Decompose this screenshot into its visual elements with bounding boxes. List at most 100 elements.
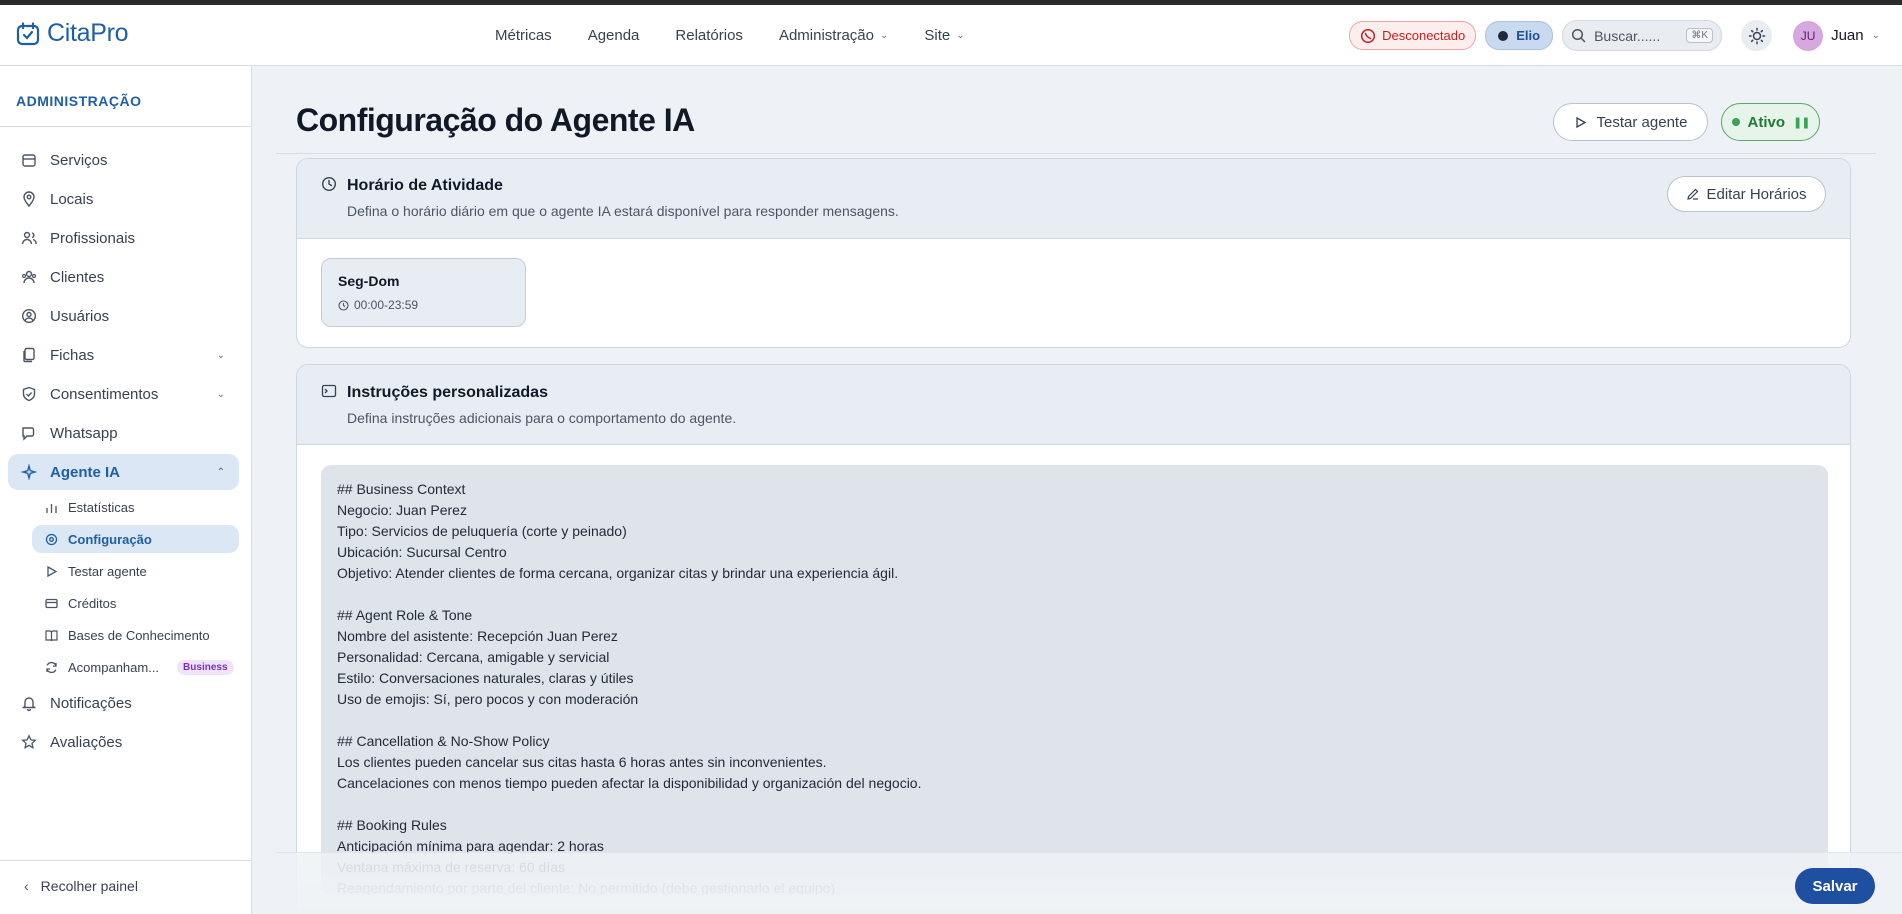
schedule-card-title: Horário de Atividade	[347, 177, 503, 194]
bot-icon	[1498, 30, 1509, 41]
chevron-down-icon: ⌄	[956, 30, 965, 41]
sidebar-item-locais[interactable]: Locais	[8, 181, 239, 217]
main-content: Configuração do Agente IA Testar agente …	[253, 66, 1902, 914]
business-badge: Business	[177, 659, 234, 675]
chevron-down-icon: ⌄	[1871, 30, 1880, 41]
top-header: CitaPro Métricas Agenda Relatórios Admin…	[0, 5, 1902, 66]
nav-metricas[interactable]: Métricas	[495, 27, 552, 44]
nav-label: Agenda	[587, 27, 640, 44]
sidebar-subitem-label: Créditos	[68, 595, 117, 611]
edit-schedule-button[interactable]: Editar Horários	[1667, 176, 1826, 212]
clock-icon	[338, 299, 349, 311]
sidebar-item-agente-ia[interactable]: Agente IA ⌃	[8, 454, 239, 490]
card-icon	[44, 596, 58, 610]
instructions-card: Instruções personalizadas Defina instruç…	[296, 364, 1851, 914]
nav-administracao[interactable]: Administração ⌄	[779, 27, 888, 44]
workspace-label: Elio	[1516, 28, 1541, 43]
main-nav: Métricas Agenda Relatórios Administração…	[495, 5, 1001, 66]
sidebar-item-label: Notificações	[50, 694, 132, 712]
clock-icon	[321, 176, 337, 192]
book-icon	[44, 628, 58, 642]
schedule-card-body: Seg-Dom 00:00-23:59	[297, 239, 1850, 347]
sidebar-item-label: Usuários	[50, 307, 110, 325]
test-agent-button[interactable]: Testar agente	[1553, 103, 1708, 141]
play-icon	[44, 564, 58, 578]
sidebar-subitem-estatisticas[interactable]: Estatísticas	[32, 493, 239, 521]
instructions-textarea[interactable]: ## Business Context Negocio: Juan Perez …	[321, 465, 1828, 895]
chevron-down-icon: ⌄	[216, 349, 225, 361]
documents-icon	[20, 346, 38, 364]
sidebar-item-label: Profissionais	[50, 229, 136, 247]
sidebar-item-fichas[interactable]: Fichas ⌄	[8, 337, 239, 373]
whatsapp-status-badge[interactable]: Desconectado	[1349, 21, 1477, 50]
theme-toggle-button[interactable]	[1741, 20, 1773, 51]
sidebar-item-label: Agente IA	[50, 463, 121, 481]
sidebar-item-whatsapp[interactable]: Whatsapp	[8, 415, 239, 451]
sidebar-item-label: Serviços	[50, 151, 108, 169]
collapse-sidebar-button[interactable]: ‹ Recolher painel	[24, 878, 138, 894]
agent-status-label: Ativo	[1747, 113, 1786, 131]
nav-site[interactable]: Site ⌄	[924, 27, 964, 44]
status-dot	[1731, 118, 1740, 126]
location-pin-icon	[20, 190, 38, 208]
nav-label: Métricas	[495, 27, 552, 44]
play-icon	[1575, 116, 1586, 128]
sidebar-item-consentimentos[interactable]: Consentimentos ⌄	[8, 376, 239, 412]
bar-chart-icon	[44, 500, 58, 514]
sidebar-item-label: Avaliações	[50, 733, 123, 751]
schedule-slot[interactable]: Seg-Dom 00:00-23:59	[321, 258, 526, 327]
search-input[interactable]: Buscar...... ⌘K	[1562, 20, 1723, 51]
nav-relatorios[interactable]: Relatórios	[675, 27, 743, 44]
instructions-card-header: Instruções personalizadas Defina instruç…	[297, 365, 1850, 445]
instructions-card-title: Instruções personalizadas	[347, 384, 548, 401]
settings-icon	[44, 532, 58, 546]
calendar-heart-icon	[16, 21, 40, 45]
sidebar-item-profissionais[interactable]: Profissionais	[8, 220, 239, 256]
sidebar-item-notificacoes[interactable]: Notificações	[8, 685, 239, 721]
whatsapp-icon	[1361, 28, 1376, 43]
sidebar-subitem-label: Acompanham...	[68, 659, 160, 675]
agent-status-toggle[interactable]: Ativo ❚❚	[1721, 103, 1820, 141]
edit-icon	[1687, 188, 1699, 200]
people-icon	[20, 268, 38, 286]
collapse-label: Recolher painel	[40, 878, 138, 894]
chat-icon	[20, 424, 38, 442]
sidebar-item-label: Fichas	[50, 346, 95, 364]
terminal-icon	[321, 384, 337, 398]
app-logo[interactable]: CitaPro	[15, 19, 129, 48]
sidebar-item-usuarios[interactable]: Usuários	[8, 298, 239, 334]
nav-label: Administração	[778, 27, 874, 44]
app-name: CitaPro	[47, 19, 129, 47]
sidebar-subitem-bases-conhecimento[interactable]: Bases de Conhecimento	[32, 621, 239, 649]
sidebar-subitem-testar-agente[interactable]: Testar agente	[32, 557, 239, 585]
schedule-card-header: Horário de Atividade Defina o horário di…	[297, 159, 1850, 239]
sidebar-subitem-configuracao[interactable]: Configuração	[32, 525, 239, 553]
sidebar-item-avaliacoes[interactable]: Avaliações	[8, 724, 239, 760]
edit-schedule-label: Editar Horários	[1706, 185, 1807, 203]
chevron-up-icon: ⌃	[216, 466, 225, 478]
sidebar-item-clientes[interactable]: Clientes	[8, 259, 239, 295]
star-icon	[20, 733, 38, 751]
schedule-time-row: 00:00-23:59	[338, 298, 418, 312]
sparkles-icon	[20, 463, 38, 481]
user-menu[interactable]: JU Juan ⌄	[1793, 20, 1880, 51]
chevron-down-icon: ⌄	[879, 30, 889, 41]
nav-agenda[interactable]: Agenda	[588, 27, 640, 44]
search-icon	[1572, 28, 1586, 43]
refresh-icon	[44, 660, 58, 674]
whatsapp-status-label: Desconectado	[1382, 28, 1466, 43]
sidebar-section-title: ADMINISTRAÇÃO	[16, 93, 142, 109]
sidebar-item-label: Locais	[50, 190, 94, 208]
sidebar-subitem-creditos[interactable]: Créditos	[32, 589, 239, 617]
schedule-card: Horário de Atividade Defina o horário di…	[296, 158, 1851, 348]
workspace-badge[interactable]: Elio	[1485, 21, 1554, 50]
bottom-action-bar: Salvar	[276, 852, 1902, 914]
save-button[interactable]: Salvar	[1795, 868, 1875, 904]
sidebar-subitem-label: Estatísticas	[68, 499, 135, 515]
sidebar-subitem-acompanhamento[interactable]: Acompanham... Business	[32, 653, 239, 681]
sidebar-item-servicos[interactable]: Serviços	[8, 142, 239, 178]
search-placeholder: Buscar......	[1594, 27, 1661, 44]
sidebar-item-label: Consentimentos	[50, 385, 159, 403]
schedule-days: Seg-Dom	[338, 273, 400, 289]
sidebar-item-label: Whatsapp	[50, 424, 118, 442]
